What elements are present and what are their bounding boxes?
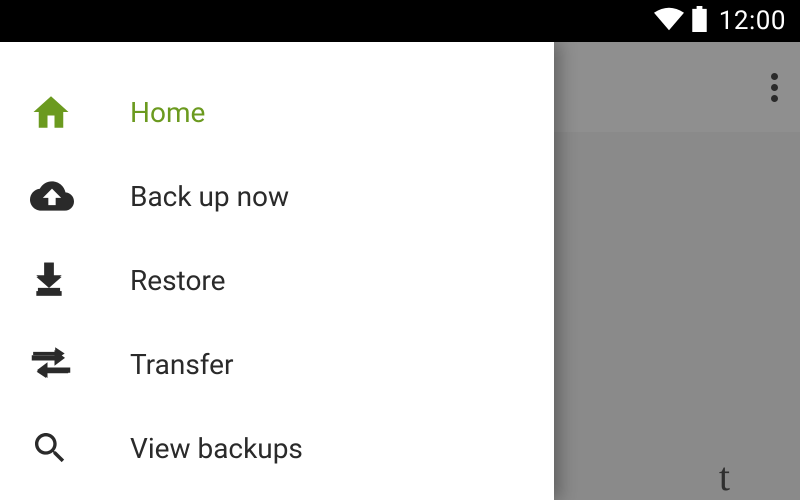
- status-bar: 12:00: [0, 0, 800, 42]
- drawer-item-label: Home: [130, 96, 205, 129]
- transfer-icon: [30, 343, 130, 385]
- clock-text: 12:00: [719, 6, 786, 36]
- overflow-menu-icon[interactable]: [771, 73, 778, 102]
- drawer-item-backup-now[interactable]: Back up now: [0, 154, 554, 238]
- drawer-item-home[interactable]: Home: [0, 70, 554, 154]
- navigation-drawer: Home Back up now Restore Transfer: [0, 42, 554, 500]
- drawer-item-restore[interactable]: Restore: [0, 238, 554, 322]
- background-partial-text: t: [719, 453, 730, 500]
- drawer-item-view-backups[interactable]: View backups: [0, 406, 554, 490]
- drawer-item-label: Restore: [130, 264, 225, 297]
- drawer-item-label: View backups: [130, 432, 303, 465]
- download-icon: [30, 261, 130, 299]
- search-icon: [30, 428, 130, 468]
- battery-icon: [692, 6, 707, 36]
- wifi-icon: [654, 7, 684, 35]
- home-icon: [30, 91, 130, 133]
- drawer-item-transfer[interactable]: Transfer: [0, 322, 554, 406]
- drawer-item-label: Transfer: [130, 348, 234, 381]
- drawer-item-label: Back up now: [130, 180, 289, 213]
- cloud-upload-icon: [30, 174, 130, 218]
